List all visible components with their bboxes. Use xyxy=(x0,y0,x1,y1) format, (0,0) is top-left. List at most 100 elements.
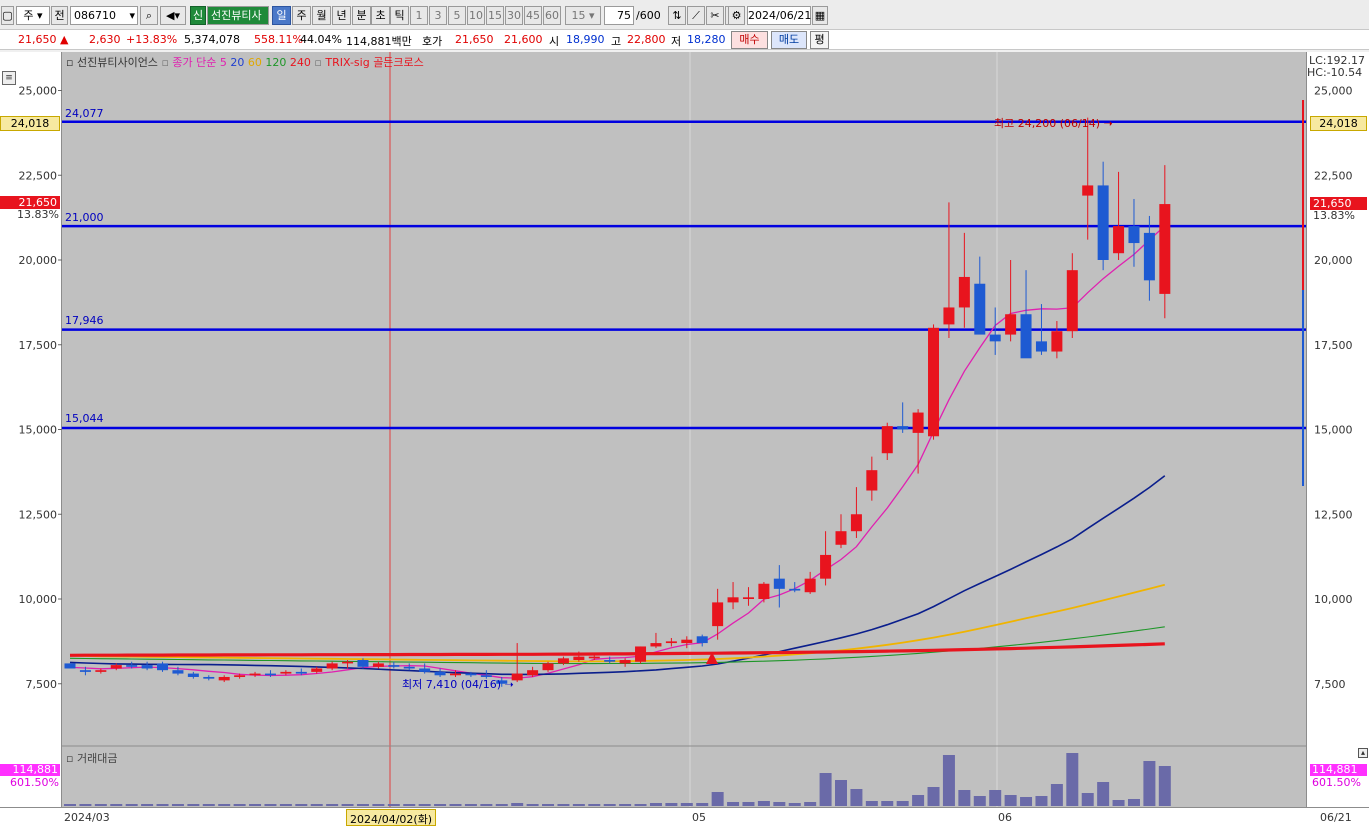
candle-body xyxy=(172,670,184,674)
volume-bar xyxy=(526,804,539,806)
candle-body xyxy=(64,663,76,669)
candle-body xyxy=(635,646,647,662)
candle-body xyxy=(79,670,91,672)
left-volume-marker: 114,881 xyxy=(0,764,60,776)
volume-bar xyxy=(773,802,786,806)
volume-bar xyxy=(804,802,817,806)
volume-bar xyxy=(942,755,955,806)
candle-body xyxy=(665,641,677,644)
volume-bar xyxy=(295,804,308,806)
candle-body xyxy=(280,671,292,674)
volume-bar xyxy=(511,803,524,806)
price-tick-right: 15,000 xyxy=(1314,424,1353,437)
candle-body xyxy=(897,426,909,430)
volume-bar xyxy=(711,792,724,806)
volume-bar xyxy=(865,801,878,806)
volume-bar xyxy=(973,796,986,806)
candle-body xyxy=(203,676,215,679)
candle-body xyxy=(218,676,230,681)
volume-bar xyxy=(557,804,570,806)
price-tick-right: 25,000 xyxy=(1314,85,1353,98)
right-volume-marker: 114,881 xyxy=(1310,764,1367,776)
menu-icon[interactable]: ≡ xyxy=(2,71,16,85)
date-label-3: 06/21 xyxy=(1320,811,1352,824)
volume-bar xyxy=(619,804,632,806)
candle-body xyxy=(403,666,415,669)
right-high-marker: 24,018 xyxy=(1310,116,1367,131)
volume-bar xyxy=(542,804,555,806)
candle-body xyxy=(264,673,276,676)
price-tick-left: 15,000 xyxy=(19,424,58,437)
price-tick-right: 12,500 xyxy=(1314,508,1353,521)
price-levels xyxy=(62,120,1306,430)
volume-bar xyxy=(1020,797,1033,806)
left-volume-pct: 601.50% xyxy=(10,776,59,789)
volume-bar xyxy=(958,790,971,806)
candle-body xyxy=(974,283,986,335)
right-pct-marker: 13.83% xyxy=(1313,209,1355,222)
volume-bar xyxy=(403,804,416,806)
candle-body xyxy=(727,597,739,603)
price-tick-right: 22,500 xyxy=(1314,169,1353,182)
volume-bar xyxy=(480,804,493,806)
volume-bar xyxy=(788,803,801,806)
candle-body xyxy=(1097,185,1109,260)
candle-body xyxy=(1159,204,1171,294)
volume-bar xyxy=(94,804,107,806)
volume-bar xyxy=(125,804,138,806)
volume-bar xyxy=(264,804,277,806)
volume-bar xyxy=(1158,766,1171,806)
volume-title: 거래대금 xyxy=(76,752,118,765)
volume-bar xyxy=(310,804,323,806)
volume-bar xyxy=(187,804,200,806)
candle-body xyxy=(773,578,785,589)
candle-body xyxy=(835,531,847,545)
level-label-0: 24,077 xyxy=(65,107,104,120)
candle-body xyxy=(588,656,600,659)
volume-bar xyxy=(1066,753,1079,806)
candle-body xyxy=(527,670,539,676)
grid xyxy=(62,52,1306,807)
volume-bar xyxy=(1143,761,1156,806)
candle-body xyxy=(388,665,400,667)
candle-body xyxy=(542,663,554,671)
date-axis: 2024/03 2024/04/02(화) 05 06 06/21 xyxy=(0,807,1369,829)
volume-bar xyxy=(1035,796,1048,806)
volume-bar xyxy=(1004,795,1017,806)
date-label-0: 2024/03 xyxy=(64,811,110,824)
candle-body xyxy=(157,663,169,671)
volume-bar xyxy=(464,804,477,806)
candle-body xyxy=(357,660,369,667)
volume-bar xyxy=(279,804,292,806)
volume-bars xyxy=(64,753,1171,806)
candle-body xyxy=(110,665,122,669)
level-label-2: 17,946 xyxy=(65,314,104,327)
min-annotation: 최저 7,410 (04/16) ➝ xyxy=(402,676,514,692)
volume-bar xyxy=(64,804,76,806)
candle-body xyxy=(234,675,246,677)
candle-body xyxy=(1128,226,1140,244)
volume-bar xyxy=(1127,799,1140,806)
price-chart[interactable]: 25,000 25,000 22,500 22,500 20,000 20,000 17,5… xyxy=(0,0,1369,829)
candle-body xyxy=(912,412,924,433)
right-volume-pct: 601.50% xyxy=(1312,776,1361,789)
candle-body xyxy=(342,661,354,664)
arrow-right-icon: ➝ xyxy=(504,678,514,691)
panel-collapse-icon[interactable]: ▴ xyxy=(1358,748,1368,758)
price-tick-left: 12,500 xyxy=(19,508,58,521)
volume-bar xyxy=(449,804,462,806)
legend-signal: TRIX-sig 골든크로스 xyxy=(325,56,424,69)
date-label-1: 05 xyxy=(692,811,706,824)
candle-body xyxy=(958,276,970,308)
volume-panel-title: ▫ 거래대금 xyxy=(66,752,118,765)
hc-value: HC:-10.54 xyxy=(1307,66,1363,79)
volume-bar xyxy=(1050,784,1063,806)
volume-bar xyxy=(819,773,832,806)
volume-bar xyxy=(680,803,693,806)
candle-body xyxy=(419,668,431,672)
volume-bar xyxy=(418,804,431,806)
candle-body xyxy=(789,588,801,591)
volume-bar xyxy=(881,801,894,806)
legend-marker: ▫ xyxy=(66,56,74,69)
volume-bar xyxy=(927,787,940,806)
